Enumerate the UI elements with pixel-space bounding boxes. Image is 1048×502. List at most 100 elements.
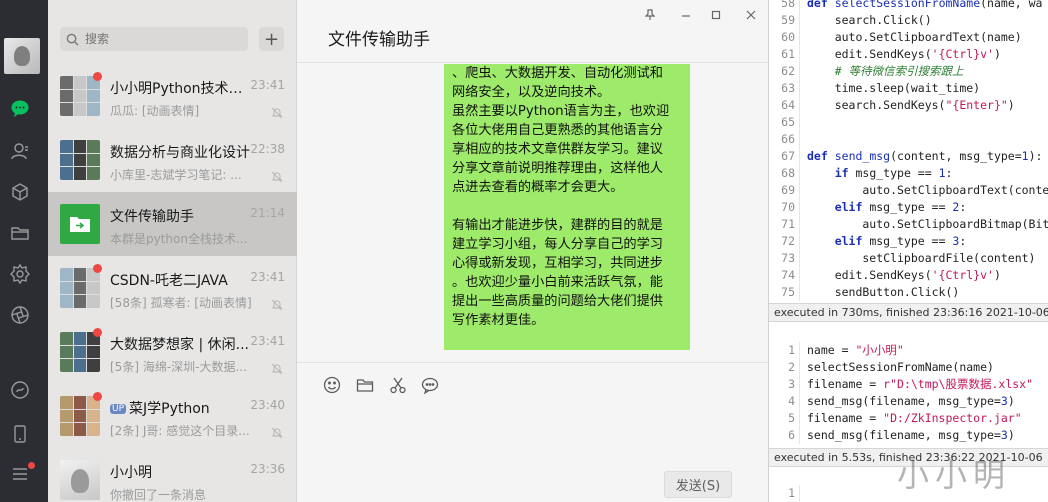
line-number: 1	[788, 486, 795, 500]
group-avatar	[60, 268, 100, 308]
pin-icon[interactable]	[641, 6, 659, 24]
code-line: 67 def send_msg(content, msg_type=1):	[769, 148, 1048, 165]
contacts-icon[interactable]	[10, 141, 30, 161]
close-icon[interactable]	[742, 6, 760, 24]
code-text: search.SendKeys("{Enter}")	[807, 98, 1015, 112]
code-line: 70 elif msg_type == 2:	[769, 199, 1048, 216]
scissors-icon[interactable]	[389, 376, 407, 394]
folder-icon[interactable]	[10, 223, 30, 243]
code-text: elif msg_type == 3:	[834, 234, 967, 248]
code-line: 68 if msg_type == 1:	[769, 165, 1048, 182]
aperture-icon[interactable]	[10, 305, 30, 325]
code-text: auto.SetClipboardBitmap(Bit	[807, 217, 1048, 231]
chat-window: 文件传输助手 、爬虫、大数据开发、自动化测试和 网络安全，以及逆向技术。 虽然主要以…	[297, 0, 768, 502]
notification-dot	[28, 462, 35, 469]
code-line: 72 elif msg_type == 3:	[769, 233, 1048, 250]
search-box[interactable]	[60, 27, 248, 51]
code-text: filename = r"D:\tmp\股票数据.xlsx"	[807, 377, 1034, 391]
group-avatar	[60, 396, 100, 436]
mute-bell-icon	[271, 296, 283, 311]
line-number: 69	[781, 183, 795, 197]
chat-time: 23:41	[250, 270, 285, 284]
chat-time: 21:14	[250, 206, 285, 220]
my-avatar[interactable]	[4, 38, 40, 74]
line-number: 2	[788, 360, 795, 374]
line-number: 66	[781, 132, 795, 146]
watermark: 小小明	[897, 456, 1012, 494]
chat-list-item[interactable]: UP 菜J学Python 23:40 [2条] J哥: 感觉这个目录...	[48, 384, 297, 448]
code-line: 64 search.SendKeys("{Enter}")	[769, 97, 1048, 114]
chat-preview: 本群是python全栈技术...	[110, 232, 248, 246]
line-number: 58	[781, 0, 795, 10]
chat-time: 23:41	[250, 78, 285, 92]
code-text: elif msg_type == 2:	[834, 200, 967, 214]
chat-preview: [5条] 海绵-深圳-大数据...	[110, 360, 247, 374]
contact-avatar	[60, 460, 100, 500]
minimize-icon[interactable]	[677, 6, 695, 24]
line-number: 6	[788, 428, 795, 442]
chat-history-icon[interactable]	[421, 376, 439, 395]
code-text: edit.SendKeys('{Ctrl}v')	[807, 268, 1001, 282]
code-line: 71 auto.SetClipboardBitmap(Bit	[769, 216, 1048, 233]
code-line: 60 auto.SetClipboardText(name)	[769, 29, 1048, 46]
chat-list-item[interactable]: 大数据梦想家 | 休闲... 23:41 [5条] 海绵-深圳-大数据...	[48, 320, 297, 384]
nav-rail	[0, 0, 48, 502]
chat-name: 大数据梦想家 | 休闲...	[110, 334, 250, 354]
menu-icon[interactable]	[10, 464, 30, 484]
plus-icon: +	[263, 28, 280, 50]
message-line: 分享文章前说明推荐理由，这样他人	[452, 161, 663, 176]
line-number: 59	[781, 13, 795, 27]
mini-program-icon[interactable]	[10, 380, 30, 400]
code-line: 61 edit.SendKeys('{Ctrl}v')	[769, 46, 1048, 63]
code-cell-2[interactable]: 1 name = "小小明" 2 selectSessionFromName(name…	[769, 342, 1048, 444]
chat-list-panel: + 小小明Python技术交...23:41瓜瓜: [动画表情]数据分析与商业化…	[48, 0, 297, 502]
code-text: send_msg(filename, msg_type=3)	[807, 428, 1015, 442]
code-cell-1[interactable]: 58 def selectSessionFromName(name, wa 59 s…	[769, 0, 1048, 301]
chat-list-item[interactable]: CSDN-吒老二JAVA 23:41 [58条] 孤寒者: [动画表情]	[48, 256, 297, 320]
code-line: 3 filename = r"D:\tmp\股票数据.xlsx"	[769, 376, 1048, 393]
code-text: selectSessionFromName(name)	[807, 360, 994, 374]
chat-list-item[interactable]: 文件传输助手 21:14 本群是python全栈技术...	[48, 192, 297, 256]
unread-dot	[93, 392, 102, 401]
moments-icon[interactable]	[10, 264, 30, 284]
line-number: 68	[781, 166, 795, 180]
message-line: 各位大佬用自己更熟悉的其他语言分	[452, 123, 663, 138]
message-line: 写作素材更佳。	[452, 313, 545, 328]
send-file-icon[interactable]	[356, 376, 374, 394]
add-chat-button[interactable]: +	[259, 27, 284, 51]
code-line: 6 send_msg(filename, msg_type=3)	[769, 427, 1048, 444]
mute-bell-icon	[271, 104, 283, 119]
message-line: 提出一些高质量的问题给大佬们提供	[452, 294, 663, 309]
line-number: 62	[781, 64, 795, 78]
chat-name-text: 文件传输助手	[110, 209, 194, 225]
chat-list-item[interactable]: 小小明 23:36 你撤回了一条消息	[48, 448, 297, 502]
chat-name: CSDN-吒老二JAVA	[110, 270, 250, 290]
message-line: 、爬虫、大数据开发、自动化测试和	[452, 66, 663, 81]
send-button[interactable]: 发送(S)	[664, 471, 732, 498]
unread-dot	[93, 328, 102, 337]
chat-icon[interactable]	[10, 98, 30, 118]
message-bubble[interactable]: 、爬虫、大数据开发、自动化测试和 网络安全，以及逆向技术。 虽然主要以Python语…	[444, 64, 690, 350]
code-text: if msg_type == 1:	[834, 166, 953, 180]
chat-name: 小小明Python技术交...	[110, 78, 250, 98]
search-input[interactable]	[85, 32, 235, 46]
code-line: 73 setClipboardFile(content)	[769, 250, 1048, 267]
line-number: 72	[781, 234, 795, 248]
phone-icon[interactable]	[10, 424, 30, 444]
cube-icon[interactable]	[10, 182, 30, 202]
code-text: edit.SendKeys('{Ctrl}v')	[807, 47, 1001, 61]
chat-list-item[interactable]: 数据分析与商业化设计 22:38 小库里-志斌学习笔记: ...	[48, 128, 297, 192]
maximize-icon[interactable]	[707, 6, 725, 24]
group-avatar	[60, 76, 100, 116]
emoji-icon[interactable]	[323, 376, 341, 394]
line-number: 73	[781, 251, 795, 265]
code-line: 63 time.sleep(wait_time)	[769, 80, 1048, 97]
code-text: setClipboardFile(content)	[807, 251, 1036, 265]
line-number: 61	[781, 47, 795, 61]
code-text: search.Click()	[807, 13, 932, 27]
chat-name-text: 菜J学Python	[129, 401, 210, 417]
code-editor-panel: 58 def selectSessionFromName(name, wa 59 s…	[768, 0, 1048, 502]
code-text: filename = "D:/ZkInspector.jar"	[807, 411, 1022, 425]
code-line: 69 auto.SetClipboardText(conte	[769, 182, 1048, 199]
chat-list-item[interactable]: 小小明Python技术交... 23:41 瓜瓜: [动画表情]	[48, 64, 297, 128]
